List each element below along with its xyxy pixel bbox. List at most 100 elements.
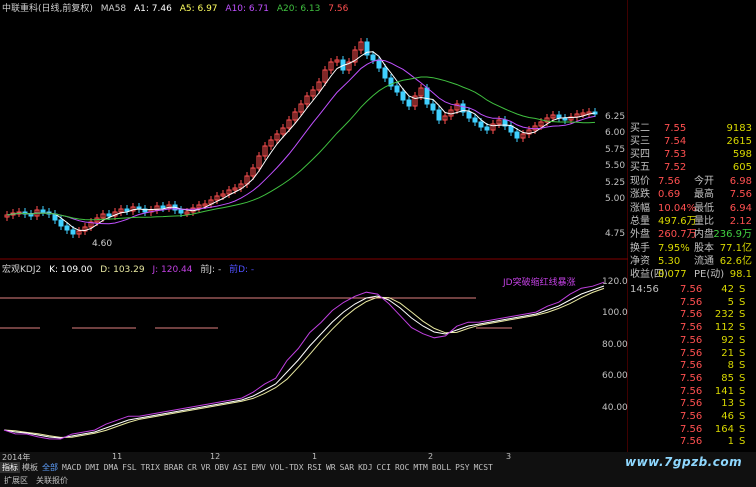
orderbook-label: 买四 (630, 149, 650, 160)
stat-label: 涨跌 (630, 189, 650, 201)
tab-mtm[interactable]: MTM (411, 463, 429, 472)
moving-average-lines (6, 51, 596, 232)
tab-全部[interactable]: 全部 (40, 462, 60, 473)
tab-dma[interactable]: DMA (102, 463, 120, 472)
tab-psy[interactable]: PSY (453, 463, 471, 472)
tick-row: 14:56 7.56 42 S (628, 283, 754, 296)
candle-body (64, 225, 70, 231)
tick-side: S (739, 436, 746, 448)
tab-模板[interactable]: 模板 (20, 462, 40, 473)
tick-row: 7.56 164 S (628, 423, 754, 436)
tick-price: 7.56 (680, 284, 703, 295)
date-tick: 1 (312, 452, 318, 461)
stat-label: 涨幅 (630, 202, 650, 214)
watermark: www.7gpzb.com (625, 455, 743, 469)
tab-dmi[interactable]: DMI (83, 463, 101, 472)
tick-volume: 85 (721, 372, 734, 384)
tab-asi[interactable]: ASI (231, 463, 249, 472)
stat-row: 涨幅 10.04% 最低 6.94 (628, 202, 754, 215)
stat-value: 5.30 (658, 255, 681, 267)
tab-vr[interactable]: VR (199, 463, 213, 472)
tick-volume: 232 (714, 309, 734, 321)
stat-value: 6.98 (729, 176, 752, 187)
stat-label: 股本 (694, 242, 714, 254)
stock-title: 中联重科(日线,前复权) (2, 4, 93, 14)
tab-emv[interactable]: EMV (249, 463, 267, 472)
tick-side: S (739, 360, 746, 372)
stat-label: 最高 (694, 189, 714, 201)
tab-obv[interactable]: OBV (212, 463, 230, 472)
tab-vol-tdx[interactable]: VOL-TDX (268, 463, 306, 472)
quote-panel: 买二 7.55 9183 买三 7.54 2615 买四 7.53 598 买五 7.52 605 现… (628, 0, 756, 452)
tick-side: S (739, 372, 746, 384)
tab-mcst[interactable]: MCST (472, 463, 495, 472)
tab-cci[interactable]: CCI (375, 463, 393, 472)
stat-value: 6.94 (729, 202, 752, 214)
tab-指标[interactable]: 指标 (0, 462, 20, 473)
candle-body (124, 208, 130, 212)
kdj-k-value: K: 109.00 (49, 265, 93, 275)
tab-roc[interactable]: ROC (393, 463, 411, 472)
chart-area[interactable]: 中联重科(日线,前复权) MA58 A1: 7.46 A5: 6.97 A10:… (0, 0, 629, 452)
stat-value: 10.04% (658, 202, 697, 214)
candle-body (58, 219, 64, 227)
tick-volume: 21 (721, 347, 734, 359)
tab-fsl[interactable]: FSL (120, 463, 138, 472)
tick-side: S (739, 411, 746, 422)
kdj-k-line (3, 285, 605, 439)
date-tick: 2 (428, 452, 434, 461)
tick-volume: 13 (721, 398, 734, 410)
stat-label: 今开 (694, 176, 714, 187)
candle-body (424, 87, 430, 105)
ma-line-mid (6, 59, 596, 225)
kdj-title-bar: 宏观KDJ2 K: 109.00 D: 103.29 J: 120.44 前J:… (2, 262, 259, 275)
orderbook-row: 买三 7.54 2615 (628, 135, 754, 148)
tick-side: S (739, 296, 746, 308)
candle-body (178, 209, 184, 214)
tick-side: S (739, 385, 746, 397)
kline-chart[interactable] (0, 0, 629, 452)
stat-value: 236.9万 (713, 229, 752, 241)
stat-value: 0.077 (658, 269, 687, 281)
tab-boll[interactable]: BOLL (430, 463, 453, 472)
date-tick: 12 (210, 452, 221, 461)
bottom-link[interactable]: 关联报价 (32, 475, 72, 486)
stat-row: 收益(四) 0.077 PE(动) 98.1 (628, 268, 754, 281)
candle-body (406, 99, 412, 107)
candle-body (514, 131, 520, 139)
candle-body (484, 126, 490, 131)
tick-price: 7.56 (680, 436, 703, 448)
kdj-tick: 100.0 (602, 308, 628, 318)
stat-value: 98.1 (729, 269, 752, 281)
orderbook-volume: 605 (732, 162, 752, 173)
price-low-marker: 4.60 (92, 239, 113, 249)
tick-row: 7.56 46 S (628, 410, 754, 423)
ma-a20: A20: 6.13 (276, 4, 321, 14)
bottom-link[interactable]: 扩展区 (0, 475, 32, 486)
tick-volume: 112 (714, 322, 734, 334)
indicator-tabs: 指标 模板 全部 MACD DMI DMA FSL TRIX BRAR CR VR OBV ASI EMV… (0, 462, 495, 474)
kdj-prev-d: 前D: - (229, 265, 255, 275)
stat-row: 外盘 260.7万 内盘 236.9万 (628, 228, 754, 241)
tab-macd[interactable]: MACD (60, 463, 83, 472)
tick-volume: 141 (714, 385, 734, 397)
candle-body (478, 121, 484, 128)
tab-sar[interactable]: SAR (338, 463, 356, 472)
tick-row: 7.56 85 S (628, 372, 754, 385)
tab-kdj[interactable]: KDJ (356, 463, 374, 472)
stat-value: 7.56 (729, 189, 752, 201)
stat-value: 497.6万 (658, 215, 697, 227)
tab-cr[interactable]: CR (185, 463, 199, 472)
date-axis: 2014年 11 12 1 2 3 (0, 452, 628, 462)
tab-wr[interactable]: WR (324, 463, 338, 472)
candle-body (430, 103, 436, 111)
stat-label: 净资 (630, 255, 650, 267)
stat-value: 7.95% (658, 242, 690, 254)
tab-trix[interactable]: TRIX (139, 463, 162, 472)
tab-brar[interactable]: BRAR (162, 463, 185, 472)
candle-body (436, 109, 442, 121)
tab-rsi[interactable]: RSI (306, 463, 324, 472)
kdj-name: 宏观KDJ2 (2, 265, 42, 275)
tick-row: 7.56 112 S (628, 321, 754, 334)
candle-body (394, 85, 400, 93)
